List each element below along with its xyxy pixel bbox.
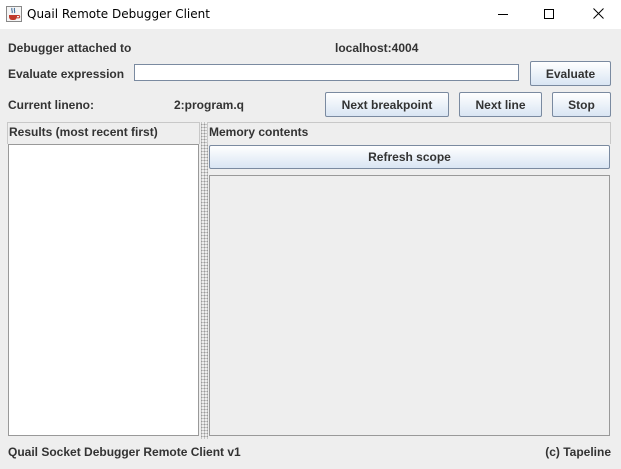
results-list[interactable] bbox=[8, 144, 199, 436]
stop-button[interactable]: Stop bbox=[552, 92, 611, 117]
evaluate-button[interactable]: Evaluate bbox=[530, 61, 611, 86]
results-header-label: Results (most recent first) bbox=[9, 125, 158, 139]
memory-header-label: Memory contents bbox=[209, 125, 309, 139]
refresh-scope-button[interactable]: Refresh scope bbox=[209, 145, 610, 169]
current-lineno-value: 2:program.q bbox=[174, 98, 245, 112]
evaluate-expression-label: Evaluate expression bbox=[8, 67, 125, 81]
next-line-button[interactable]: Next line bbox=[459, 92, 542, 117]
close-button[interactable] bbox=[575, 0, 621, 29]
expression-input[interactable] bbox=[134, 64, 519, 81]
next-breakpoint-button[interactable]: Next breakpoint bbox=[325, 92, 449, 117]
minimize-icon bbox=[498, 6, 508, 24]
host-value: localhost:4004 bbox=[335, 41, 419, 55]
window-title: Quail Remote Debugger Client bbox=[27, 7, 210, 21]
title-bar[interactable]: Quail Remote Debugger Client bbox=[0, 0, 621, 29]
split-pane-divider[interactable] bbox=[201, 122, 208, 439]
java-cup-icon bbox=[6, 6, 22, 22]
results-panel-header: Results (most recent first) bbox=[7, 122, 200, 144]
footer-copyright: (c) Tapeline bbox=[545, 445, 611, 459]
minimize-button[interactable] bbox=[480, 0, 526, 29]
maximize-icon bbox=[544, 6, 554, 24]
current-lineno-label: Current lineno: bbox=[8, 98, 94, 112]
maximize-button[interactable] bbox=[526, 0, 572, 29]
close-icon bbox=[592, 6, 604, 24]
memory-panel-header: Memory contents bbox=[207, 122, 611, 144]
memory-contents-area[interactable] bbox=[209, 175, 610, 436]
debugger-attached-label: Debugger attached to bbox=[8, 41, 132, 55]
footer-app-version: Quail Socket Debugger Remote Client v1 bbox=[8, 445, 241, 459]
